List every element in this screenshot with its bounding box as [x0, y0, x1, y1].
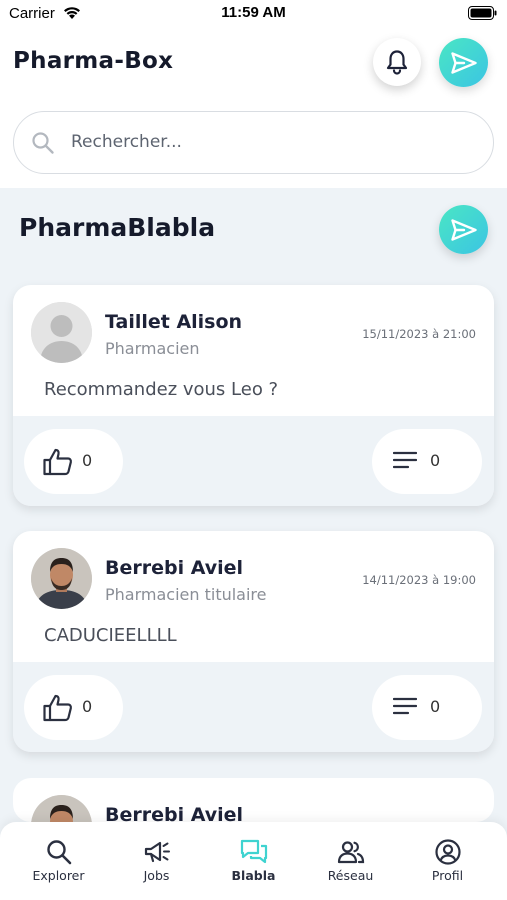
- send-message-button[interactable]: [439, 38, 488, 87]
- author-name[interactable]: Berrebi Aviel: [105, 804, 243, 822]
- author-name[interactable]: Berrebi Aviel: [105, 557, 243, 579]
- comment-button[interactable]: 0: [372, 675, 482, 740]
- megaphone-icon: [144, 841, 170, 863]
- search-bar[interactable]: [13, 111, 494, 174]
- nav-item-blabla[interactable]: Blabla: [203, 822, 304, 900]
- paper-plane-icon: [450, 218, 477, 241]
- comment-count: 0: [430, 697, 441, 716]
- search-input[interactable]: [71, 127, 471, 157]
- nav-item-reseau[interactable]: Réseau: [300, 822, 401, 900]
- header: Pharma-Box: [0, 28, 507, 188]
- post-date: 14/11/2023 à 19:00: [362, 573, 476, 587]
- search-icon: [47, 840, 72, 865]
- notifications-button[interactable]: [373, 38, 421, 86]
- chat-icon: [240, 839, 268, 864]
- thumbs-up-icon: [43, 448, 73, 476]
- comment-lines-icon: [393, 451, 417, 469]
- paper-plane-icon: [450, 51, 477, 74]
- author-role: Pharmacien titulaire: [105, 585, 267, 604]
- post-text: CADUCIEELLLL: [44, 625, 177, 646]
- nav-item-explorer[interactable]: Explorer: [8, 822, 109, 900]
- thumbs-up-icon: [43, 694, 73, 722]
- like-button[interactable]: 0: [24, 429, 123, 494]
- nav-item-profil[interactable]: Profil: [397, 822, 498, 900]
- profile-icon: [435, 839, 461, 865]
- nav-label: Explorer: [32, 868, 85, 883]
- nav-label: Blabla: [231, 868, 276, 883]
- like-button[interactable]: 0: [24, 675, 123, 740]
- battery-icon: [468, 6, 497, 25]
- post-card[interactable]: Berrebi Aviel Pharmacien titulaire 14/11…: [13, 531, 494, 752]
- status-bar: Carrier 11:59 AM: [0, 0, 507, 28]
- like-count: 0: [82, 451, 93, 470]
- comment-button[interactable]: 0: [372, 429, 482, 494]
- post-date: 15/11/2023 à 21:00: [362, 327, 476, 341]
- author-name[interactable]: Taillet Alison: [105, 311, 242, 333]
- nav-item-jobs[interactable]: Jobs: [106, 822, 207, 900]
- new-post-button[interactable]: [439, 205, 488, 254]
- nav-label: Réseau: [327, 868, 374, 883]
- nav-label: Profil: [431, 868, 464, 883]
- bell-icon: [386, 50, 408, 75]
- people-icon: [337, 841, 365, 864]
- bottom-nav: Explorer Jobs Blabla Réseau Profil: [0, 822, 507, 900]
- post-text: Recommandez vous Leo ?: [44, 379, 279, 400]
- avatar-placeholder[interactable]: [31, 302, 92, 363]
- comment-count: 0: [430, 451, 441, 470]
- avatar-photo[interactable]: [31, 548, 92, 609]
- section-title: PharmaBlabla: [19, 213, 216, 242]
- comment-lines-icon: [393, 697, 417, 715]
- like-count: 0: [82, 697, 93, 716]
- avatar-photo[interactable]: [31, 795, 92, 822]
- post-card[interactable]: Taillet Alison Pharmacien 15/11/2023 à 2…: [13, 285, 494, 506]
- nav-label: Jobs: [143, 868, 170, 883]
- app-title: Pharma-Box: [13, 48, 174, 74]
- search-icon: [31, 131, 55, 159]
- post-card[interactable]: Berrebi Aviel: [13, 778, 494, 822]
- author-role: Pharmacien: [105, 339, 200, 358]
- status-time: 11:59 AM: [221, 4, 286, 21]
